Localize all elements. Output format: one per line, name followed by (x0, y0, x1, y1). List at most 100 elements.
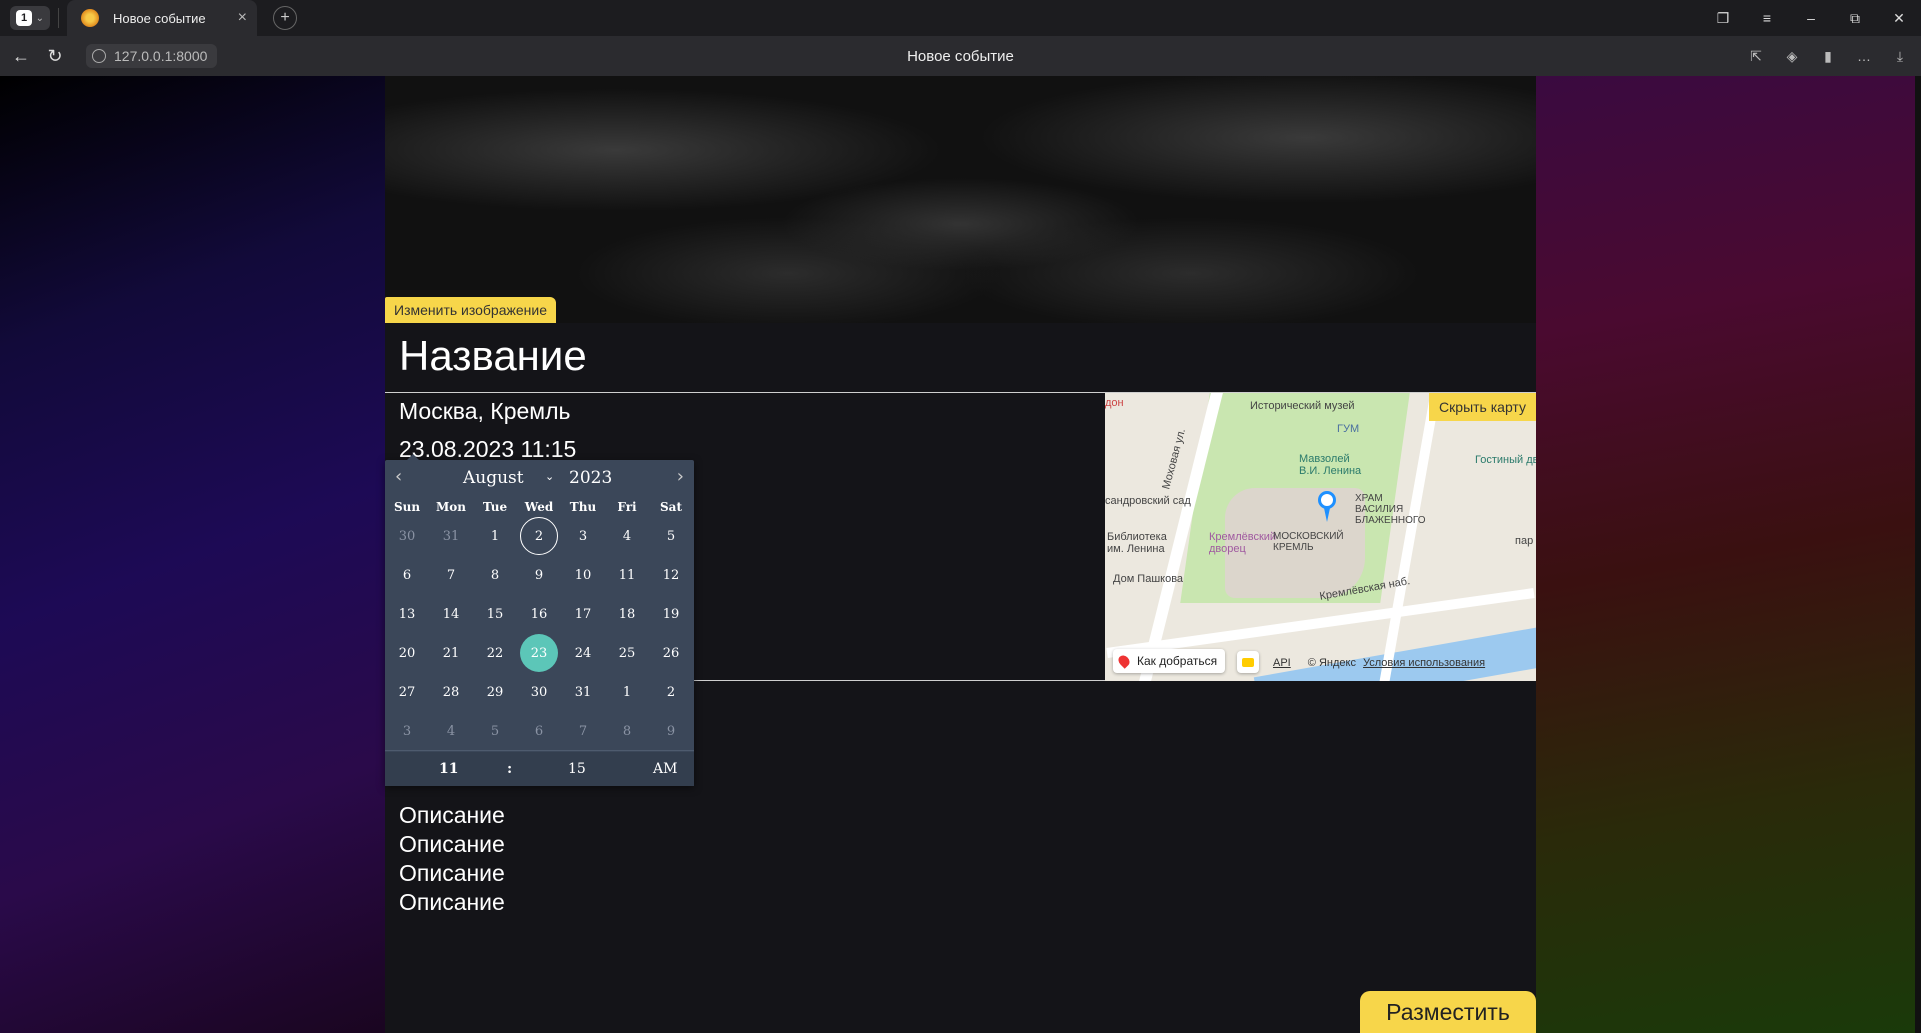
calendar-day[interactable]: 13 (388, 595, 426, 633)
weekday-label: Tue (482, 500, 508, 514)
calendar-day[interactable]: 10 (564, 556, 602, 594)
description-line: Описание (399, 802, 505, 828)
calendar-day[interactable]: 29 (476, 673, 514, 711)
prev-month-icon[interactable]: ‹ (395, 466, 402, 487)
calendar-day[interactable]: 2 (652, 673, 690, 711)
calendar-day[interactable]: 6 (388, 556, 426, 594)
calendar-day[interactable]: 11 (608, 556, 646, 594)
location-pin-icon (1116, 653, 1132, 669)
terms-link[interactable]: Условия использования (1363, 657, 1485, 669)
tab-counter-button[interactable]: 1 ⌄ (10, 6, 50, 30)
back-icon[interactable]: ← (4, 46, 38, 67)
calendar-day[interactable]: 8 (608, 712, 646, 750)
next-month-icon[interactable]: › (677, 466, 684, 487)
restore-icon[interactable]: ⧉ (1833, 10, 1877, 27)
calendar-day[interactable]: 7 (564, 712, 602, 750)
calendar-day[interactable]: 4 (432, 712, 470, 750)
calendar-day[interactable]: 6 (520, 712, 558, 750)
calendar-day[interactable]: 9 (652, 712, 690, 750)
weekday-label: Fri (617, 500, 637, 514)
more-icon[interactable]: … (1853, 48, 1875, 64)
calendar-day[interactable]: 24 (564, 634, 602, 672)
calendar-day[interactable]: 22 (476, 634, 514, 672)
calendar-day[interactable]: 31 (564, 673, 602, 711)
calendar-day[interactable]: 25 (608, 634, 646, 672)
calendar-day[interactable]: 2 (520, 517, 558, 555)
event-title[interactable]: Название (399, 332, 587, 380)
calendar-day[interactable]: 1 (608, 673, 646, 711)
calendar-day[interactable]: 30 (520, 673, 558, 711)
calendar-day[interactable]: 9 (520, 556, 558, 594)
calendar-day[interactable]: 3 (388, 712, 426, 750)
extension-icon[interactable]: ◈ (1781, 48, 1803, 65)
calendar-day[interactable]: 5 (476, 712, 514, 750)
day-grid: 30 31 1 2 3 4 5 6 7 8 9 10 11 12 13 14 15 16 17 18 19 20 21 22 2… (385, 517, 694, 751)
calendar-day[interactable]: 23 (520, 634, 558, 672)
close-window-icon[interactable]: ✕ (1877, 10, 1921, 27)
change-image-button[interactable]: Изменить изображение (385, 297, 556, 323)
calendar-day[interactable]: 12 (652, 556, 690, 594)
calendar-day[interactable]: 21 (432, 634, 470, 672)
map-label: Исторический музей (1250, 400, 1355, 412)
address-bar-actions: ⇱ ◈ ▮ … ⤓ (1745, 48, 1911, 65)
calendar-day[interactable]: 15 (476, 595, 514, 633)
hour-input[interactable]: 11 (439, 761, 458, 777)
description-line: Описание (399, 831, 505, 857)
calendar-day[interactable]: 19 (652, 595, 690, 633)
minimize-icon[interactable]: – (1789, 10, 1833, 26)
address-bar: ← ↻ 127.0.0.1:8000 Новое событие ⇱ ◈ ▮ …… (0, 36, 1921, 76)
hide-map-button[interactable]: Скрыть карту (1429, 393, 1536, 421)
calendar-day[interactable]: 28 (432, 673, 470, 711)
calendar-day[interactable]: 14 (432, 595, 470, 633)
event-description[interactable]: Описание Описание Описание Описание (399, 801, 505, 917)
calendar-day[interactable]: 18 (608, 595, 646, 633)
calendar-day[interactable]: 30 (388, 517, 426, 555)
site-info-icon[interactable] (92, 49, 106, 63)
month-select[interactable]: August (463, 468, 524, 488)
calendar-day[interactable]: 31 (432, 517, 470, 555)
bookmark-icon[interactable]: ▮ (1817, 48, 1839, 65)
route-button[interactable]: Как добраться (1113, 649, 1226, 673)
calendar-day[interactable]: 5 (652, 517, 690, 555)
event-place[interactable]: Москва, Кремль (399, 398, 571, 425)
time-picker: 11 : 15 AM (385, 752, 694, 786)
share-icon[interactable]: ⇱ (1745, 48, 1767, 65)
calendar-day[interactable]: 4 (608, 517, 646, 555)
divider (58, 8, 59, 28)
calendar-day[interactable]: 27 (388, 673, 426, 711)
url-field[interactable]: 127.0.0.1:8000 (86, 44, 218, 68)
event-datetime-field[interactable]: 23.08.2023 11:15 (399, 436, 576, 463)
calendar-day[interactable]: 20 (388, 634, 426, 672)
map[interactable]: Исторический музей ГУМ Гостиный дв Мавзо… (1105, 393, 1536, 681)
publish-button[interactable]: Разместить (1360, 991, 1536, 1033)
calendar-day[interactable]: 16 (520, 595, 558, 633)
download-icon[interactable]: ⤓ (1889, 48, 1911, 65)
minute-input[interactable]: 15 (568, 761, 586, 777)
calendar-day[interactable]: 1 (476, 517, 514, 555)
bookmarks-panel-icon[interactable]: ❐ (1701, 10, 1745, 27)
calendar-day[interactable]: 26 (652, 634, 690, 672)
map-marker-icon[interactable] (1318, 491, 1336, 522)
ampm-toggle[interactable]: AM (653, 761, 677, 777)
new-tab-button[interactable]: + (273, 6, 297, 30)
map-label: Библиотека им. Ленина (1107, 531, 1167, 555)
map-label: дон (1105, 397, 1124, 409)
traffic-icon[interactable] (1237, 651, 1259, 673)
calendar-day[interactable]: 8 (476, 556, 514, 594)
chevron-down-icon[interactable]: ⌄ (545, 470, 554, 483)
weekday-label: Sat (660, 500, 682, 514)
description-line: Описание (399, 860, 505, 886)
reload-icon[interactable]: ↻ (38, 46, 72, 67)
year-input[interactable]: 2023 (569, 468, 612, 488)
weekday-label: Sun (393, 500, 421, 514)
scrollbar[interactable] (1915, 76, 1921, 1033)
map-label: Дом Пашкова (1113, 573, 1184, 585)
api-link[interactable]: API (1273, 657, 1291, 669)
menu-icon[interactable]: ≡ (1745, 10, 1789, 26)
browser-tab[interactable]: Новое событие × (67, 0, 257, 36)
calendar-day[interactable]: 17 (564, 595, 602, 633)
calendar-day[interactable]: 3 (564, 517, 602, 555)
calendar-day[interactable]: 7 (432, 556, 470, 594)
tab-count: 1 (16, 10, 32, 26)
close-tab-icon[interactable]: × (238, 9, 247, 27)
